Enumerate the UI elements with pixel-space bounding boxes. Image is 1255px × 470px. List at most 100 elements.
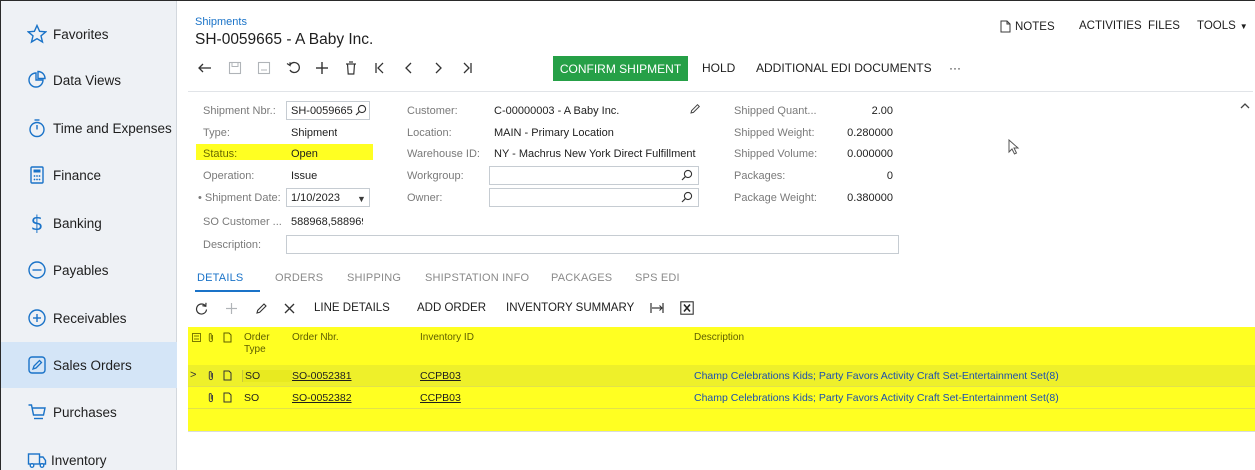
search-icon[interactable] (355, 104, 367, 116)
sidebar-item-label: Payables (53, 262, 109, 278)
attachment-icon[interactable] (207, 332, 215, 343)
tab-shipstation-info[interactable]: SHIPSTATION INFO (425, 272, 529, 284)
sidebar-item-payables[interactable]: Payables (1, 247, 177, 293)
column-header-description[interactable]: Description (694, 332, 744, 343)
sidebar-item-inventory[interactable]: Inventory (1, 437, 177, 470)
note-icon[interactable] (223, 392, 232, 403)
sidebar-item-receivables[interactable]: Receivables (1, 295, 177, 341)
sidebar-item-data-views[interactable]: Data Views (1, 57, 177, 103)
customer-label: Customer: (407, 105, 458, 117)
additional-edi-documents-button[interactable]: ADDITIONAL EDI DOCUMENTS (756, 57, 932, 79)
edit-row-icon[interactable] (255, 299, 268, 317)
header-divider (188, 91, 1253, 92)
column-header-inventory-id[interactable]: Inventory ID (420, 332, 474, 343)
confirm-shipment-button[interactable]: CONFIRM SHIPMENT (553, 56, 688, 81)
note-icon[interactable] (223, 370, 232, 381)
truck-icon (27, 450, 47, 470)
notes-button[interactable]: NOTES (1000, 20, 1055, 33)
minus-circle-icon (27, 260, 47, 280)
collapse-chevron-up-icon[interactable] (1240, 97, 1250, 115)
sidebar-item-finance[interactable]: Finance (1, 152, 177, 198)
attachment-icon[interactable] (207, 370, 215, 381)
operation-value[interactable]: Issue (291, 170, 317, 182)
hold-button[interactable]: HOLD (702, 57, 735, 79)
undo-icon[interactable] (282, 57, 304, 79)
sidebar-item-sales-orders[interactable]: Sales Orders (1, 342, 177, 388)
active-tab-indicator (195, 290, 260, 292)
column-header-order-type[interactable]: Order (244, 332, 270, 343)
tab-orders[interactable]: ORDERS (275, 272, 323, 284)
next-record-icon[interactable] (427, 57, 449, 79)
delete-row-icon[interactable] (284, 299, 295, 317)
sidebar-item-label: Sales Orders (53, 357, 132, 373)
activities-button[interactable]: ACTIVITIES (1079, 20, 1142, 32)
order-nbr-link[interactable]: SO-0052381 (292, 370, 352, 382)
type-value[interactable]: Shipment (291, 127, 337, 139)
sidebar-item-label: Favorites (53, 26, 109, 42)
search-icon[interactable] (681, 191, 693, 203)
back-arrow-icon[interactable] (194, 57, 216, 79)
customer-value[interactable]: C-00000003 - A Baby Inc. (494, 105, 619, 117)
note-icon[interactable] (223, 332, 232, 343)
package-weight-value: 0.380000 (847, 192, 893, 204)
previous-record-icon[interactable] (398, 57, 420, 79)
first-record-icon[interactable] (369, 57, 391, 79)
inventory-summary-button[interactable]: INVENTORY SUMMARY (506, 299, 634, 317)
add-icon[interactable] (311, 57, 333, 79)
sidebar-item-time-and-expenses[interactable]: Time and Expenses (1, 105, 177, 151)
tab-shipping[interactable]: SHIPPING (347, 272, 401, 284)
owner-field[interactable] (489, 188, 699, 207)
sidebar-item-purchases[interactable]: Purchases (1, 389, 177, 435)
packages-label: Packages: (734, 170, 786, 182)
sidebar-item-banking[interactable]: $ Banking (1, 200, 177, 246)
workgroup-field[interactable] (489, 166, 699, 185)
caret-down-icon: ▼ (1239, 21, 1248, 31)
more-actions-button[interactable]: ··· (949, 57, 961, 79)
row-divider (188, 408, 1255, 409)
order-type-cell[interactable]: SO (242, 370, 292, 382)
order-type-cell[interactable]: SO (244, 392, 259, 404)
order-nbr-link[interactable]: SO-0052382 (292, 392, 352, 404)
row-status-icon[interactable] (192, 333, 201, 342)
description-field[interactable] (286, 235, 899, 254)
save-icon[interactable] (224, 57, 246, 79)
tools-menu[interactable]: TOOLS ▼ (1197, 20, 1248, 32)
sidebar-item-favorites[interactable]: Favorites (1, 11, 177, 57)
save-and-close-icon[interactable] (253, 57, 275, 79)
description-cell[interactable]: Champ Celebrations Kids; Party Favors Ac… (694, 392, 1059, 404)
attachment-icon[interactable] (207, 392, 215, 403)
package-weight-label: Package Weight: (734, 192, 817, 204)
warehouse-value[interactable]: NY - Machrus New York Direct Fulfillment (494, 148, 698, 160)
refresh-icon[interactable] (195, 299, 208, 317)
description-label: Description: (203, 239, 262, 251)
cart-icon (27, 402, 47, 422)
sidebar-item-label: Inventory (51, 452, 107, 468)
add-order-button[interactable]: ADD ORDER (417, 299, 486, 317)
owner-label: Owner: (407, 192, 443, 204)
breadcrumb[interactable]: Shipments (195, 16, 247, 28)
search-icon[interactable] (681, 169, 693, 181)
sidebar-item-label: Finance (53, 167, 102, 183)
last-record-icon[interactable] (456, 57, 478, 79)
tab-packages[interactable]: PACKAGES (551, 272, 612, 284)
tab-details[interactable]: DETAILS (197, 272, 243, 284)
date-dropdown-icon[interactable]: ▼ (357, 194, 366, 204)
files-button[interactable]: FILES (1148, 20, 1180, 32)
description-cell[interactable]: Champ Celebrations Kids; Party Favors Ac… (694, 370, 1059, 382)
warehouse-label: Warehouse ID: (407, 148, 480, 160)
line-details-button[interactable]: LINE DETAILS (314, 299, 390, 317)
dollar-icon: $ (30, 211, 44, 235)
edit-pencil-icon[interactable] (689, 103, 701, 115)
excel-export-icon[interactable] (680, 299, 694, 317)
column-header-order-nbr[interactable]: Order Nbr. (292, 332, 339, 343)
workgroup-label: Workgroup: (407, 170, 464, 182)
stopwatch-icon (27, 118, 47, 138)
add-row-icon[interactable] (225, 299, 238, 317)
delete-icon[interactable] (340, 57, 362, 79)
fit-columns-icon[interactable] (650, 299, 664, 317)
inventory-id-link[interactable]: CCPB03 (420, 392, 461, 404)
inventory-id-link[interactable]: CCPB03 (420, 370, 461, 382)
location-value[interactable]: MAIN - Primary Location (494, 127, 614, 139)
note-icon (1000, 20, 1011, 33)
tab-sps-edi[interactable]: SPS EDI (635, 272, 680, 284)
